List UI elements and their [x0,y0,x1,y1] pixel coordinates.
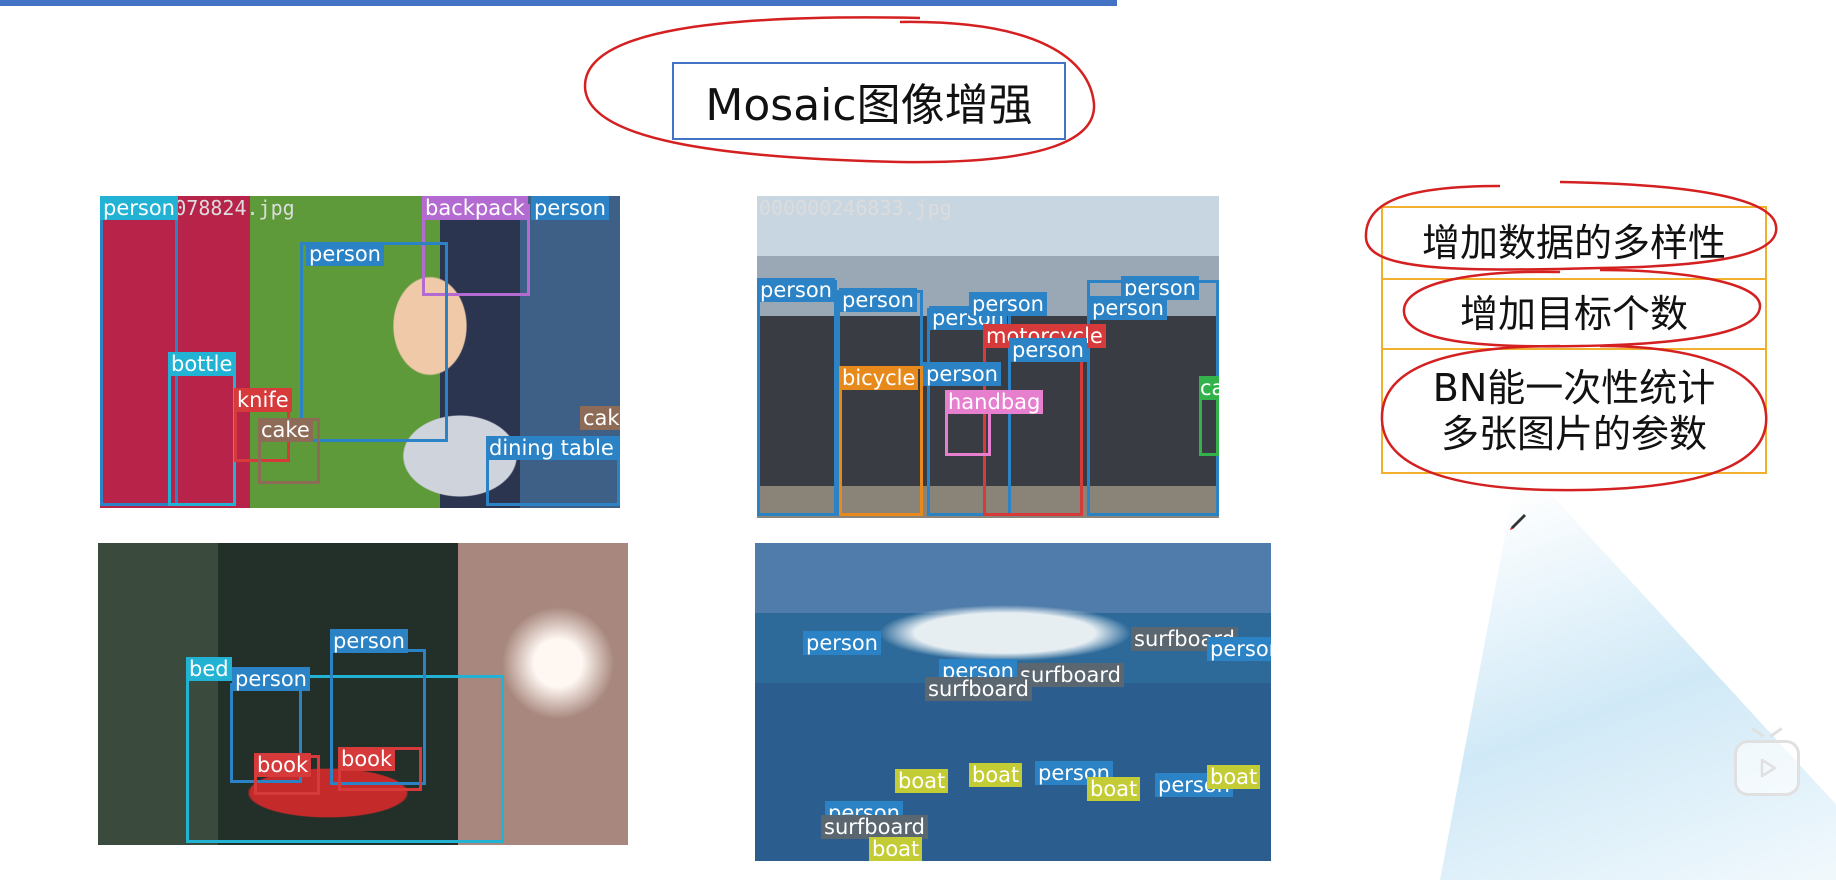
detection-label: book [338,747,396,771]
play-triangle-icon [1760,758,1777,778]
detection-label: dining table [486,436,617,460]
mosaic-image-1: 000000078824.jpg person backpack person … [100,196,620,508]
mosaic-image-4: person surfboard person person surfboard… [755,543,1271,861]
mosaic-image-2: 000000246833.jpg person person person pe… [757,196,1219,518]
detection-label: person [923,362,1001,386]
detection-label: car [1199,376,1219,400]
detection-label: boat [1087,777,1141,801]
detection-label: person [306,242,384,266]
detection-label: person [232,667,310,691]
detection-label: person [1207,637,1271,661]
detection-label: bed [186,657,232,681]
image-filename: 000000246833.jpg [759,196,952,220]
detection-label: person [1089,296,1167,320]
bilibili-play-icon[interactable] [1734,727,1800,796]
benefit-diversity: 增加数据的多样性 [1383,208,1765,280]
benefit-bn-statistics: BN能一次性统计 多张图片的参数 [1432,366,1716,456]
pen-cursor-icon [1510,514,1526,530]
detection-label: bicycle [839,366,919,390]
detection-label: person [100,196,178,220]
detection-label: bottle [168,352,236,376]
mosaic-image-3: bed person person book book [98,543,628,845]
detection-label: cake [258,418,313,442]
detection-label: person [330,629,408,653]
detection-label: person [839,288,917,312]
detection-label: person [1009,338,1087,362]
detection-label: person [757,278,835,302]
detection-label: person [531,196,609,220]
detection-label: boat [969,763,1023,787]
detection-label: backpack [422,196,528,220]
detection-label: book [254,753,312,777]
detection-label: boat [869,837,923,861]
detection-label: boat [895,769,949,793]
detection-label: surfboard [821,815,928,839]
detection-label: handbag [945,390,1044,414]
detection-label: surfboard [925,677,1032,701]
detection-label: cake [580,406,620,430]
detection-label: person [803,631,881,655]
detection-label: boat [1207,765,1261,789]
benefit-target-count: 增加目标个数 [1383,280,1765,350]
detection-label: surfboard [1017,663,1124,687]
detection-box [757,280,837,516]
projector-glare [1440,460,1836,880]
slide-top-accent-bar [0,0,1117,6]
detection-box [100,210,178,506]
detection-box [300,242,448,442]
detection-label: knife [234,388,292,412]
slide-title: Mosaic图像增强 [672,62,1066,140]
benefits-table: 增加数据的多样性 增加目标个数 BN能一次性统计 多张图片的参数 [1381,206,1767,474]
detection-label: person [969,292,1047,316]
